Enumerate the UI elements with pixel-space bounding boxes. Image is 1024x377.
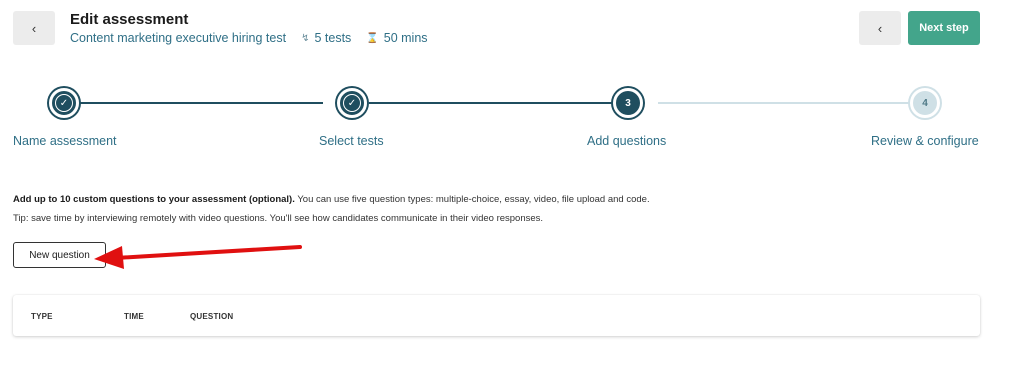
intro-rest: You can use five question types: multipl…	[294, 194, 650, 205]
hourglass-icon: ⌛	[366, 32, 379, 44]
column-header-question[interactable]: QUESTION	[190, 312, 233, 321]
step-2-indicator[interactable]: ✓	[337, 88, 367, 118]
bolt-icon: ↯	[301, 32, 310, 44]
step-label-add-questions[interactable]: Add questions	[587, 134, 666, 148]
step-4-indicator[interactable]: 4	[910, 88, 940, 118]
chevron-left-icon: ‹	[877, 20, 883, 36]
column-header-time[interactable]: TIME	[124, 312, 144, 321]
previous-step-button[interactable]: ‹	[859, 11, 901, 45]
column-header-type[interactable]: TYPE	[31, 312, 53, 321]
next-step-button[interactable]: Next step	[908, 11, 980, 45]
annotation-arrow	[94, 245, 302, 269]
stepper-connector	[80, 102, 323, 104]
check-icon: ✓	[55, 94, 73, 112]
step-label-name-assessment[interactable]: Name assessment	[13, 134, 117, 148]
test-name: Content marketing executive hiring test	[70, 31, 287, 45]
step-label-select-tests[interactable]: Select tests	[319, 134, 384, 148]
chevron-left-icon: ‹	[31, 20, 37, 36]
tests-count: 5 tests	[314, 31, 352, 45]
intro-text: Add up to 10 custom questions to your as…	[13, 194, 650, 205]
tip-text: Tip: save time by interviewing remotely …	[13, 213, 544, 224]
check-icon: ✓	[343, 94, 361, 112]
step-3-indicator[interactable]: 3	[613, 88, 643, 118]
back-button[interactable]: ‹	[13, 11, 55, 45]
questions-table: TYPE TIME QUESTION	[13, 295, 980, 336]
stepper-connector	[658, 102, 910, 104]
stepper-connector	[369, 102, 612, 104]
step-label-review-configure[interactable]: Review & configure	[871, 134, 979, 148]
intro-bold: Add up to 10 custom questions to your as…	[13, 194, 295, 205]
step-1-indicator[interactable]: ✓	[49, 88, 79, 118]
page-title: Edit assessment	[70, 11, 189, 28]
assessment-meta: Content marketing executive hiring test …	[70, 31, 428, 45]
duration: 50 mins	[383, 31, 428, 45]
